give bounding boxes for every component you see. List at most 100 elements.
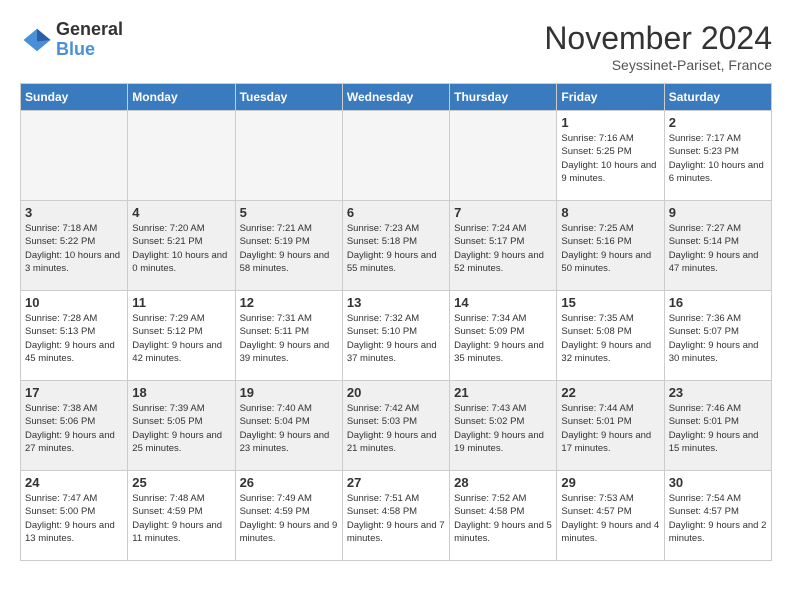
calendar-day-cell: 25 Sunrise: 7:48 AM Sunset: 4:59 PM Dayli… (128, 471, 235, 561)
calendar-day-cell: 5 Sunrise: 7:21 AM Sunset: 5:19 PM Daylig… (235, 201, 342, 291)
location: Seyssinet-Pariset, France (544, 57, 772, 73)
calendar-week-row: 10 Sunrise: 7:28 AM Sunset: 5:13 PM Dayli… (21, 291, 772, 381)
calendar-day-cell: 23 Sunrise: 7:46 AM Sunset: 5:01 PM Dayli… (664, 381, 771, 471)
calendar-day-cell: 21 Sunrise: 7:43 AM Sunset: 5:02 PM Dayli… (450, 381, 557, 471)
day-info: Sunrise: 7:48 AM Sunset: 4:59 PM Dayligh… (132, 492, 230, 545)
day-number: 9 (669, 205, 767, 220)
calendar-day-cell: 17 Sunrise: 7:38 AM Sunset: 5:06 PM Dayli… (21, 381, 128, 471)
day-number: 15 (561, 295, 659, 310)
calendar-day-cell: 27Sunrise: 7:51 AM Sunset: 4:58 PM Dayli… (342, 471, 449, 561)
calendar-day-cell: 26 Sunrise: 7:49 AM Sunset: 4:59 PM Dayli… (235, 471, 342, 561)
calendar-day-cell (450, 111, 557, 201)
day-info: Sunrise: 7:40 AM Sunset: 5:04 PM Dayligh… (240, 402, 338, 455)
logo-text-blue: Blue (56, 39, 95, 59)
day-number: 5 (240, 205, 338, 220)
calendar-day-cell: 28 Sunrise: 7:52 AM Sunset: 4:58 PM Dayli… (450, 471, 557, 561)
calendar-day-cell (235, 111, 342, 201)
day-info: Sunrise: 7:20 AM Sunset: 5:21 PM Dayligh… (132, 222, 230, 275)
day-info: Sunrise: 7:17 AM Sunset: 5:23 PM Dayligh… (669, 132, 767, 185)
day-info: Sunrise: 7:35 AM Sunset: 5:08 PM Dayligh… (561, 312, 659, 365)
calendar-day-cell: 14 Sunrise: 7:34 AM Sunset: 5:09 PM Dayli… (450, 291, 557, 381)
day-info: Sunrise: 7:21 AM Sunset: 5:19 PM Dayligh… (240, 222, 338, 275)
calendar-day-cell (342, 111, 449, 201)
day-info: Sunrise: 7:31 AM Sunset: 5:11 PM Dayligh… (240, 312, 338, 365)
day-number: 28 (454, 475, 552, 490)
day-info: Sunrise: 7:43 AM Sunset: 5:02 PM Dayligh… (454, 402, 552, 455)
calendar-day-cell: 29 Sunrise: 7:53 AM Sunset: 4:57 PM Dayli… (557, 471, 664, 561)
calendar-day-cell: 8Sunrise: 7:25 AM Sunset: 5:16 PM Daylig… (557, 201, 664, 291)
weekday-header: Friday (557, 84, 664, 111)
calendar-table: SundayMondayTuesdayWednesdayThursdayFrid… (20, 83, 772, 561)
day-info: Sunrise: 7:23 AM Sunset: 5:18 PM Dayligh… (347, 222, 445, 275)
day-info: Sunrise: 7:52 AM Sunset: 4:58 PM Dayligh… (454, 492, 552, 545)
day-number: 22 (561, 385, 659, 400)
day-info: Sunrise: 7:53 AM Sunset: 4:57 PM Dayligh… (561, 492, 659, 545)
calendar-day-cell (128, 111, 235, 201)
day-number: 3 (25, 205, 123, 220)
day-info: Sunrise: 7:34 AM Sunset: 5:09 PM Dayligh… (454, 312, 552, 365)
day-number: 8 (561, 205, 659, 220)
logo-text-general: General (56, 19, 123, 39)
day-info: Sunrise: 7:51 AM Sunset: 4:58 PM Dayligh… (347, 492, 445, 545)
calendar-day-cell: 16Sunrise: 7:36 AM Sunset: 5:07 PM Dayli… (664, 291, 771, 381)
month-title: November 2024 (544, 20, 772, 57)
day-number: 21 (454, 385, 552, 400)
logo-icon (22, 25, 52, 55)
calendar-day-cell: 9 Sunrise: 7:27 AM Sunset: 5:14 PM Daylig… (664, 201, 771, 291)
calendar-day-cell: 20Sunrise: 7:42 AM Sunset: 5:03 PM Dayli… (342, 381, 449, 471)
day-number: 26 (240, 475, 338, 490)
calendar-week-row: 24 Sunrise: 7:47 AM Sunset: 5:00 PM Dayli… (21, 471, 772, 561)
day-info: Sunrise: 7:38 AM Sunset: 5:06 PM Dayligh… (25, 402, 123, 455)
day-number: 16 (669, 295, 767, 310)
weekday-header: Thursday (450, 84, 557, 111)
day-number: 1 (561, 115, 659, 130)
day-info: Sunrise: 7:49 AM Sunset: 4:59 PM Dayligh… (240, 492, 338, 545)
day-number: 6 (347, 205, 445, 220)
day-number: 20 (347, 385, 445, 400)
day-info: Sunrise: 7:44 AM Sunset: 5:01 PM Dayligh… (561, 402, 659, 455)
day-info: Sunrise: 7:27 AM Sunset: 5:14 PM Dayligh… (669, 222, 767, 275)
calendar-day-cell (21, 111, 128, 201)
weekday-header: Sunday (21, 84, 128, 111)
weekday-header-row: SundayMondayTuesdayWednesdayThursdayFrid… (21, 84, 772, 111)
calendar-day-cell: 4Sunrise: 7:20 AM Sunset: 5:21 PM Daylig… (128, 201, 235, 291)
day-info: Sunrise: 7:47 AM Sunset: 5:00 PM Dayligh… (25, 492, 123, 545)
calendar-day-cell: 24 Sunrise: 7:47 AM Sunset: 5:00 PM Dayli… (21, 471, 128, 561)
day-number: 11 (132, 295, 230, 310)
day-info: Sunrise: 7:54 AM Sunset: 4:57 PM Dayligh… (669, 492, 767, 545)
day-number: 7 (454, 205, 552, 220)
weekday-header: Saturday (664, 84, 771, 111)
day-info: Sunrise: 7:18 AM Sunset: 5:22 PM Dayligh… (25, 222, 123, 275)
day-number: 14 (454, 295, 552, 310)
page-header: General Blue November 2024 Seyssinet-Par… (20, 20, 772, 73)
weekday-header: Monday (128, 84, 235, 111)
calendar-day-cell: 1 Sunrise: 7:16 AM Sunset: 5:25 PM Daylig… (557, 111, 664, 201)
day-number: 25 (132, 475, 230, 490)
calendar-day-cell: 11 Sunrise: 7:29 AM Sunset: 5:12 PM Dayli… (128, 291, 235, 381)
calendar-week-row: 1 Sunrise: 7:16 AM Sunset: 5:25 PM Daylig… (21, 111, 772, 201)
day-number: 12 (240, 295, 338, 310)
day-info: Sunrise: 7:39 AM Sunset: 5:05 PM Dayligh… (132, 402, 230, 455)
day-number: 23 (669, 385, 767, 400)
calendar-day-cell: 15 Sunrise: 7:35 AM Sunset: 5:08 PM Dayli… (557, 291, 664, 381)
day-info: Sunrise: 7:29 AM Sunset: 5:12 PM Dayligh… (132, 312, 230, 365)
weekday-header: Wednesday (342, 84, 449, 111)
day-number: 24 (25, 475, 123, 490)
day-number: 29 (561, 475, 659, 490)
day-number: 13 (347, 295, 445, 310)
day-number: 17 (25, 385, 123, 400)
day-info: Sunrise: 7:16 AM Sunset: 5:25 PM Dayligh… (561, 132, 659, 185)
day-info: Sunrise: 7:46 AM Sunset: 5:01 PM Dayligh… (669, 402, 767, 455)
calendar-day-cell: 10 Sunrise: 7:28 AM Sunset: 5:13 PM Dayli… (21, 291, 128, 381)
calendar-day-cell: 19 Sunrise: 7:40 AM Sunset: 5:04 PM Dayli… (235, 381, 342, 471)
day-number: 30 (669, 475, 767, 490)
day-number: 10 (25, 295, 123, 310)
logo: General Blue (20, 20, 123, 60)
calendar-day-cell: 6 Sunrise: 7:23 AM Sunset: 5:18 PM Daylig… (342, 201, 449, 291)
day-info: Sunrise: 7:28 AM Sunset: 5:13 PM Dayligh… (25, 312, 123, 365)
day-number: 19 (240, 385, 338, 400)
weekday-header: Tuesday (235, 84, 342, 111)
title-block: November 2024 Seyssinet-Pariset, France (544, 20, 772, 73)
calendar-day-cell: 18Sunrise: 7:39 AM Sunset: 5:05 PM Dayli… (128, 381, 235, 471)
calendar-day-cell: 2Sunrise: 7:17 AM Sunset: 5:23 PM Daylig… (664, 111, 771, 201)
